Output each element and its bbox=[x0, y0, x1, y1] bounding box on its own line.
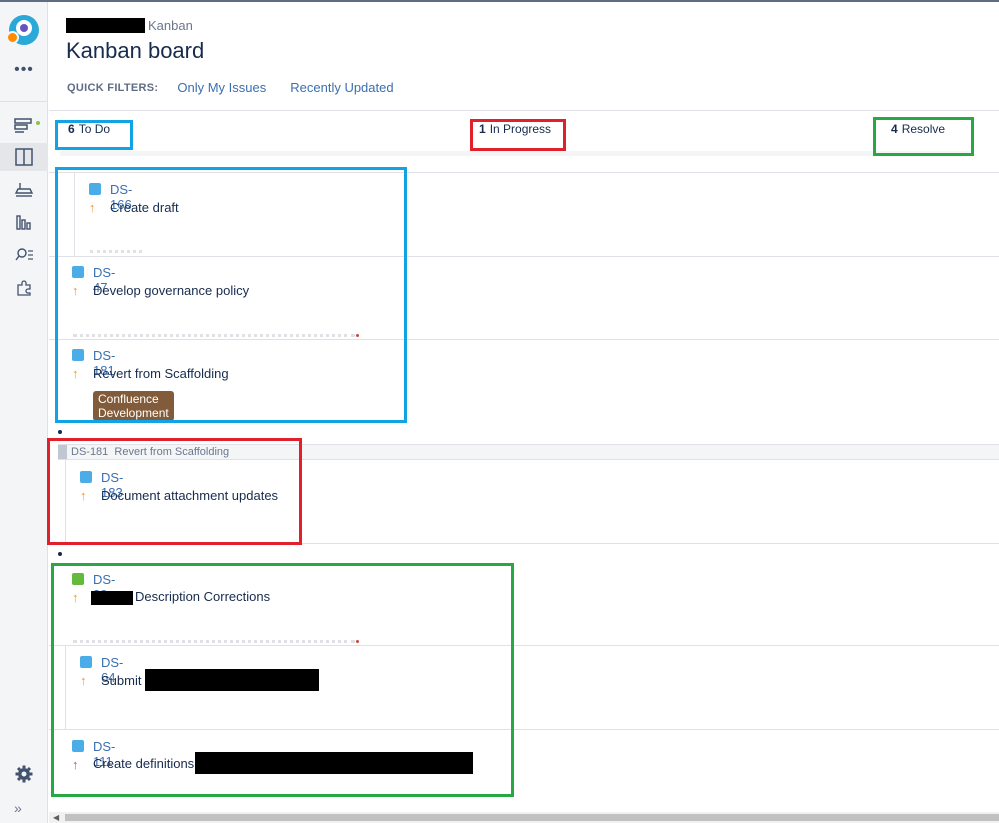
filter-only-my-issues[interactable]: Only My Issues bbox=[177, 80, 266, 95]
annotation-box-resolve-cards bbox=[51, 563, 514, 797]
addons-puzzle-icon[interactable] bbox=[8, 274, 40, 302]
nav-divider bbox=[0, 101, 48, 102]
swimlane-bullet bbox=[58, 552, 62, 556]
annotation-box-resolve-header bbox=[873, 117, 974, 156]
settings-gear-icon[interactable] bbox=[13, 763, 35, 785]
horizontal-scrollbar[interactable]: ◀ bbox=[49, 812, 999, 823]
annotation-box-inprogress-cards bbox=[47, 438, 302, 545]
backlog-icon[interactable] bbox=[8, 112, 40, 140]
header-divider bbox=[49, 110, 999, 111]
annotation-box-todo-cards bbox=[55, 167, 407, 423]
quick-filters: QUICK FILTERS: Only My Issues Recently U… bbox=[67, 80, 418, 95]
top-border bbox=[0, 0, 999, 2]
scrollbar-thumb[interactable] bbox=[65, 814, 999, 821]
notification-dot bbox=[36, 121, 40, 125]
reports-icon[interactable] bbox=[8, 208, 40, 236]
filter-recently-updated[interactable]: Recently Updated bbox=[290, 80, 393, 95]
more-icon[interactable]: ••• bbox=[12, 62, 36, 78]
quick-filters-label: QUICK FILTERS: bbox=[67, 81, 159, 94]
breadcrumb: Kanban bbox=[66, 17, 193, 33]
swimlane-bullet bbox=[58, 430, 62, 434]
annotation-box-inprogress-header bbox=[470, 119, 566, 151]
expand-sidebar-icon[interactable]: » bbox=[14, 800, 22, 816]
sidebar-nav: ••• » bbox=[0, 2, 48, 823]
breadcrumb-board-type[interactable]: Kanban bbox=[148, 18, 193, 33]
project-avatar-icon[interactable] bbox=[6, 15, 39, 45]
scroll-left-icon[interactable]: ◀ bbox=[53, 813, 59, 822]
releases-icon[interactable] bbox=[8, 174, 40, 202]
redacted-project-name bbox=[66, 17, 145, 33]
page-title: Kanban board bbox=[66, 38, 205, 63]
board-icon[interactable] bbox=[0, 143, 48, 171]
issues-search-icon[interactable] bbox=[8, 241, 40, 269]
annotation-box-todo-header bbox=[55, 120, 133, 150]
column-header-band bbox=[60, 151, 970, 156]
